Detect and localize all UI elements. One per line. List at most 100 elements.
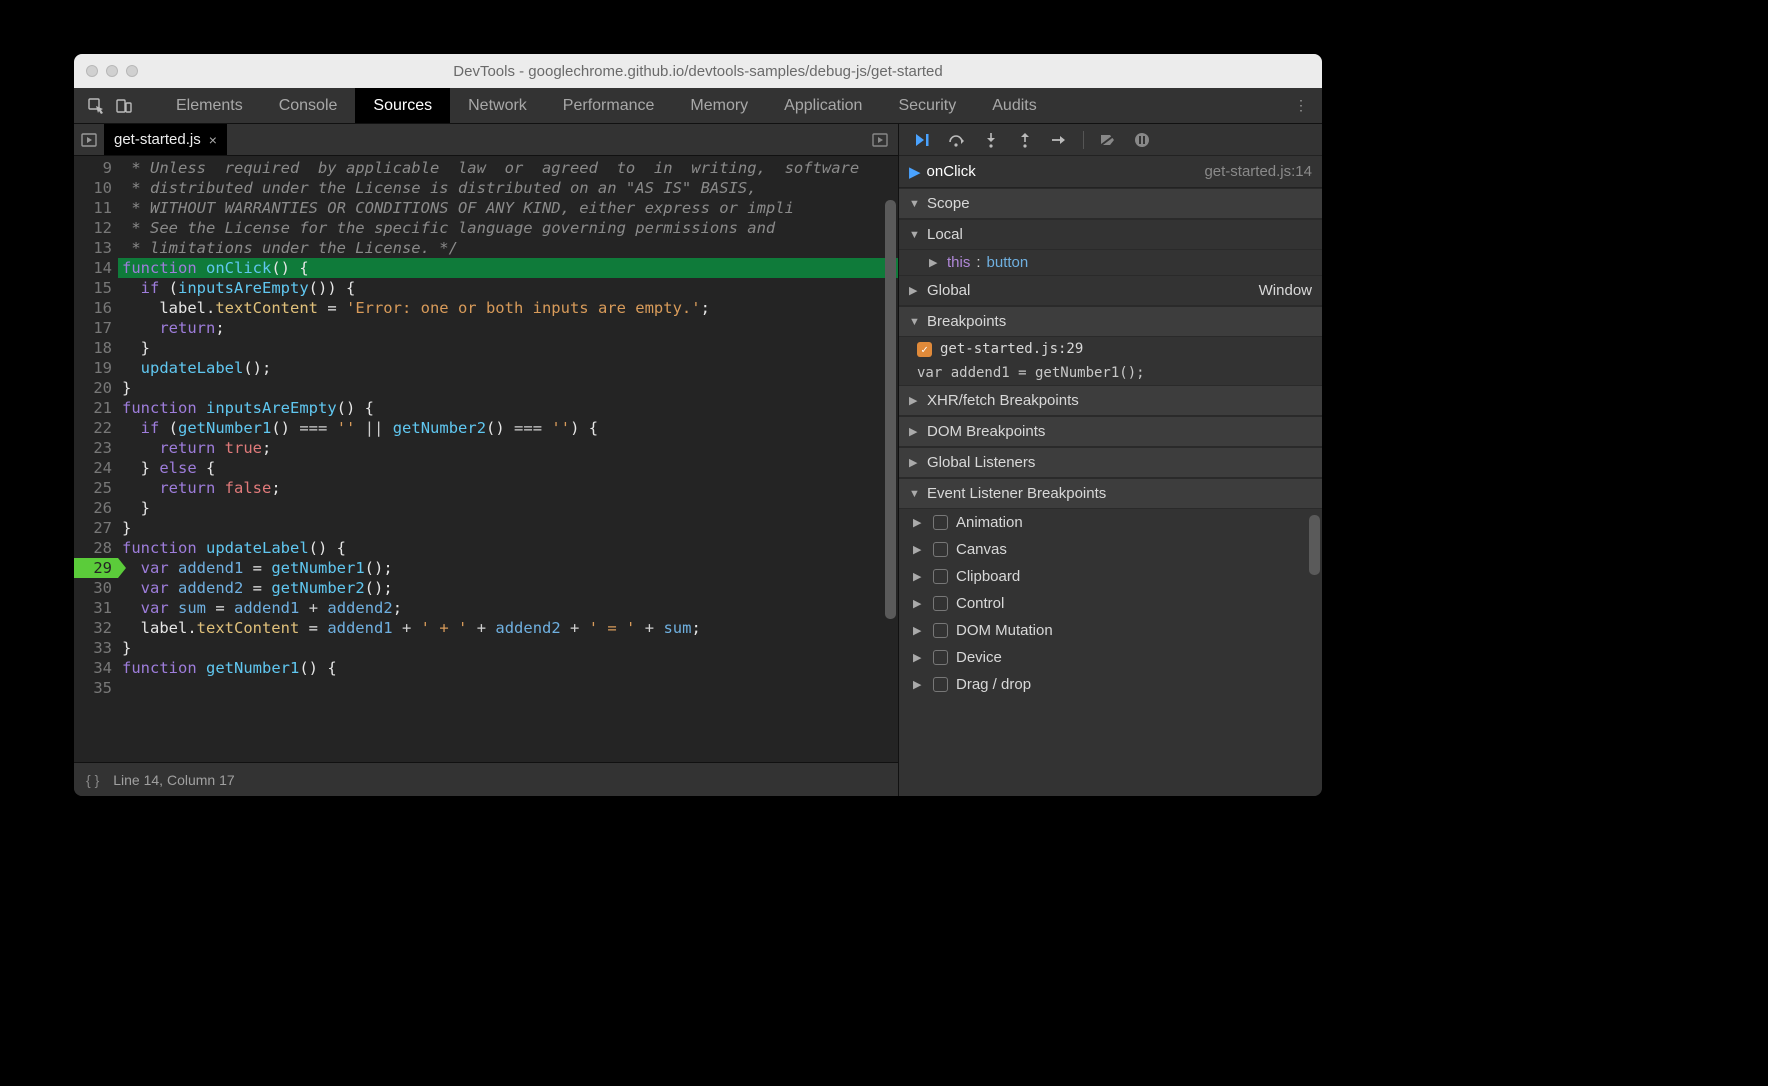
callstack-frame[interactable]: ▶ onClick get-started.js:14 (899, 156, 1322, 188)
line-number[interactable]: 29 (74, 558, 118, 578)
code-line[interactable]: * Unless required by applicable law or a… (118, 158, 898, 178)
line-number[interactable]: 12 (74, 218, 118, 238)
close-icon[interactable]: × (209, 132, 217, 148)
line-number[interactable]: 28 (74, 538, 118, 558)
pretty-print-icon[interactable]: { } (86, 772, 99, 788)
code-line[interactable]: * See the License for the specific langu… (118, 218, 898, 238)
breakpoints-section-header[interactable]: ▼ Breakpoints (899, 306, 1322, 337)
scope-local-header[interactable]: ▼ Local (899, 219, 1322, 250)
event-breakpoints-header[interactable]: ▼ Event Listener Breakpoints (899, 478, 1322, 509)
debugger-toggle-icon[interactable] (862, 132, 898, 148)
checkbox-icon[interactable] (933, 515, 948, 530)
device-toggle-icon[interactable] (112, 94, 136, 118)
code-content[interactable]: * Unless required by applicable law or a… (118, 156, 898, 762)
line-number[interactable]: 16 (74, 298, 118, 318)
line-number[interactable]: 15 (74, 278, 118, 298)
line-number[interactable]: 9 (74, 158, 118, 178)
code-line[interactable]: * WITHOUT WARRANTIES OR CONDITIONS OF AN… (118, 198, 898, 218)
line-number[interactable]: 33 (74, 638, 118, 658)
line-number[interactable]: 32 (74, 618, 118, 638)
code-line[interactable]: label.textContent = addend1 + ' + ' + ad… (118, 618, 898, 638)
event-category-row[interactable]: ▶Clipboard (899, 563, 1322, 590)
panel-tab-application[interactable]: Application (766, 88, 880, 123)
line-number[interactable]: 24 (74, 458, 118, 478)
code-editor[interactable]: 9101112131415161718192021222324252627282… (74, 156, 898, 762)
more-menu-icon[interactable]: ⋮ (1280, 97, 1322, 114)
dom-breakpoints-header[interactable]: ▶ DOM Breakpoints (899, 416, 1322, 447)
inspect-element-icon[interactable] (84, 94, 108, 118)
code-line[interactable]: function getNumber1() { (118, 658, 898, 678)
global-listeners-header[interactable]: ▶ Global Listeners (899, 447, 1322, 478)
line-number[interactable]: 10 (74, 178, 118, 198)
resume-icon[interactable] (913, 130, 933, 150)
step-out-icon[interactable] (1015, 130, 1035, 150)
event-category-row[interactable]: ▶Device (899, 644, 1322, 671)
line-number[interactable]: 25 (74, 478, 118, 498)
panel-tab-console[interactable]: Console (261, 88, 356, 123)
titlebar[interactable]: DevTools - googlechrome.github.io/devtoo… (74, 54, 1322, 88)
scrollbar-thumb[interactable] (885, 200, 896, 619)
event-category-row[interactable]: ▶Drag / drop (899, 671, 1322, 698)
code-line[interactable]: } (118, 338, 898, 358)
line-number[interactable]: 27 (74, 518, 118, 538)
line-number[interactable]: 35 (74, 678, 118, 698)
line-number[interactable]: 13 (74, 238, 118, 258)
checkbox-icon[interactable] (933, 623, 948, 638)
line-number[interactable]: 19 (74, 358, 118, 378)
code-line[interactable]: } (118, 518, 898, 538)
panel-tab-security[interactable]: Security (880, 88, 974, 123)
code-line[interactable]: * limitations under the License. */ (118, 238, 898, 258)
panel-tab-sources[interactable]: Sources (355, 88, 450, 123)
step-into-icon[interactable] (981, 130, 1001, 150)
code-line[interactable]: var addend2 = getNumber2(); (118, 578, 898, 598)
line-number[interactable]: 20 (74, 378, 118, 398)
line-number[interactable]: 22 (74, 418, 118, 438)
line-number[interactable]: 14 (74, 258, 118, 278)
close-window-button[interactable] (86, 65, 98, 77)
code-line[interactable]: var addend1 = getNumber1(); (118, 558, 898, 578)
code-line[interactable] (118, 678, 898, 698)
line-number[interactable]: 34 (74, 658, 118, 678)
code-line[interactable]: } else { (118, 458, 898, 478)
editor-scrollbar[interactable] (885, 160, 896, 758)
code-line[interactable]: } (118, 378, 898, 398)
line-number[interactable]: 11 (74, 198, 118, 218)
panel-tab-elements[interactable]: Elements (158, 88, 261, 123)
code-line[interactable]: function updateLabel() { (118, 538, 898, 558)
sidebar-scrollbar[interactable] (1309, 513, 1320, 792)
scrollbar-thumb[interactable] (1309, 515, 1320, 575)
line-number[interactable]: 23 (74, 438, 118, 458)
minimize-window-button[interactable] (106, 65, 118, 77)
panel-tab-network[interactable]: Network (450, 88, 545, 123)
file-tab[interactable]: get-started.js × (104, 124, 227, 155)
code-line[interactable]: label.textContent = 'Error: one or both … (118, 298, 898, 318)
code-line[interactable]: var sum = addend1 + addend2; (118, 598, 898, 618)
event-category-row[interactable]: ▶Control (899, 590, 1322, 617)
line-number[interactable]: 30 (74, 578, 118, 598)
panel-tab-performance[interactable]: Performance (545, 88, 673, 123)
panel-tab-audits[interactable]: Audits (974, 88, 1054, 123)
scope-section-header[interactable]: ▼ Scope (899, 188, 1322, 219)
scope-global-header[interactable]: ▶ Global Window (899, 275, 1322, 306)
step-icon[interactable] (1049, 130, 1069, 150)
checkbox-icon[interactable] (933, 569, 948, 584)
code-line[interactable]: if (getNumber1() === '' || getNumber2() … (118, 418, 898, 438)
line-gutter[interactable]: 9101112131415161718192021222324252627282… (74, 156, 118, 762)
code-line[interactable]: return false; (118, 478, 898, 498)
code-line[interactable]: } (118, 638, 898, 658)
step-over-icon[interactable] (947, 130, 967, 150)
code-line[interactable]: if (inputsAreEmpty()) { (118, 278, 898, 298)
deactivate-breakpoints-icon[interactable] (1098, 130, 1118, 150)
event-category-row[interactable]: ▶DOM Mutation (899, 617, 1322, 644)
code-line[interactable]: * distributed under the License is distr… (118, 178, 898, 198)
line-number[interactable]: 26 (74, 498, 118, 518)
checkbox-icon[interactable] (933, 650, 948, 665)
line-number[interactable]: 31 (74, 598, 118, 618)
code-line[interactable]: return; (118, 318, 898, 338)
xhr-breakpoints-header[interactable]: ▶ XHR/fetch Breakpoints (899, 385, 1322, 416)
scope-variable-row[interactable]: ▶ this: button (899, 250, 1322, 275)
line-number[interactable]: 18 (74, 338, 118, 358)
checkbox-icon[interactable] (933, 542, 948, 557)
checkbox-icon[interactable] (933, 677, 948, 692)
checkbox-icon[interactable] (933, 596, 948, 611)
